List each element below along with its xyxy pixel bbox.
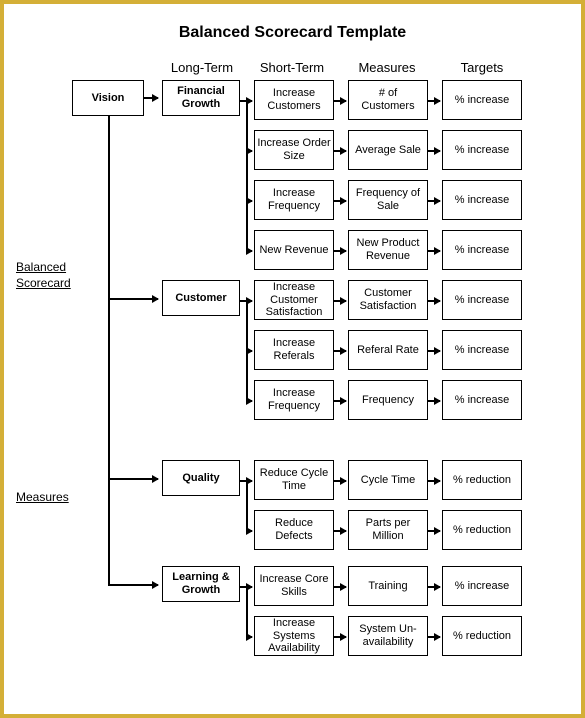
box-measure: Referal Rate — [348, 330, 428, 370]
box-short-term: Reduce Cycle Time — [254, 460, 334, 500]
arrow-persp-short — [246, 636, 252, 638]
box-target: % increase — [442, 280, 522, 320]
col-header-targets: Targets — [442, 60, 522, 75]
box-short-term: Increase Customer Satisfaction — [254, 280, 334, 320]
arrow-persp-short — [246, 200, 252, 202]
arrow-measure-target — [428, 350, 440, 352]
box-target: % increase — [442, 130, 522, 170]
arrow-persp-short — [246, 530, 252, 532]
col-header-long-term: Long-Term — [162, 60, 242, 75]
box-measure: Parts per Million — [348, 510, 428, 550]
arrow-measure-target — [428, 150, 440, 152]
box-measure: Customer Satisfaction — [348, 280, 428, 320]
arrow-short-measure — [334, 530, 346, 532]
box-customer: Customer — [162, 280, 240, 316]
arrow-short-measure — [334, 100, 346, 102]
arrow-short-measure — [334, 150, 346, 152]
arrow-short-measure — [334, 300, 346, 302]
box-target: % reduction — [442, 510, 522, 550]
arrow-persp-short — [246, 400, 252, 402]
arrow-persp-short — [246, 250, 252, 252]
arrow-measure-target — [428, 250, 440, 252]
arrow-to-customer — [108, 298, 158, 300]
box-target: % reduction — [442, 460, 522, 500]
box-vision: Vision — [72, 80, 144, 116]
box-target: % reduction — [442, 616, 522, 656]
box-short-term: Increase Frequency — [254, 380, 334, 420]
arrow-measure-target — [428, 586, 440, 588]
vline-vision-down — [108, 116, 110, 585]
box-measure: Frequency of Sale — [348, 180, 428, 220]
box-financial-growth: Financial Growth — [162, 80, 240, 116]
vline-persp-rows — [246, 480, 248, 530]
arrow-to-learning — [108, 584, 158, 586]
box-measure: New Product Revenue — [348, 230, 428, 270]
box-short-term: Increase Systems Availability — [254, 616, 334, 656]
arrow-to-quality — [108, 478, 158, 480]
arrow-persp-short — [246, 350, 252, 352]
box-target: % increase — [442, 330, 522, 370]
arrow-measure-target — [428, 530, 440, 532]
arrow-short-measure — [334, 586, 346, 588]
arrow-measure-target — [428, 480, 440, 482]
box-short-term: Reduce Defects — [254, 510, 334, 550]
side-label-measures: Measures — [16, 490, 69, 506]
box-short-term: Increase Referals — [254, 330, 334, 370]
box-measure: Training — [348, 566, 428, 606]
col-header-measures: Measures — [347, 60, 427, 75]
box-measure: Average Sale — [348, 130, 428, 170]
box-short-term: Increase Order Size — [254, 130, 334, 170]
box-quality: Quality — [162, 460, 240, 496]
box-short-term: Increase Core Skills — [254, 566, 334, 606]
page-title: Balanced Scorecard Template — [12, 24, 573, 42]
box-target: % increase — [442, 80, 522, 120]
box-target: % increase — [442, 180, 522, 220]
box-measure: System Un-availability — [348, 616, 428, 656]
box-measure: Cycle Time — [348, 460, 428, 500]
arrow-measure-target — [428, 636, 440, 638]
box-target: % increase — [442, 380, 522, 420]
arrow-short-measure — [334, 350, 346, 352]
arrow-short-measure — [334, 400, 346, 402]
arrow-vision-financial — [144, 97, 158, 99]
vline-persp-rows — [246, 586, 248, 636]
col-header-short-term: Short-Term — [252, 60, 332, 75]
box-learning-growth: Learning & Growth — [162, 566, 240, 602]
side-label-balanced-scorecard: Balanced Scorecard — [16, 260, 71, 291]
arrow-measure-target — [428, 200, 440, 202]
box-measure: Frequency — [348, 380, 428, 420]
arrow-measure-target — [428, 100, 440, 102]
arrow-short-measure — [334, 250, 346, 252]
arrow-short-measure — [334, 200, 346, 202]
arrow-measure-target — [428, 400, 440, 402]
vline-persp-rows — [246, 100, 248, 250]
arrow-short-measure — [334, 636, 346, 638]
box-target: % increase — [442, 566, 522, 606]
arrow-short-measure — [334, 480, 346, 482]
diagram-canvas: Long-Term Short-Term Measures Targets Ba… — [12, 60, 573, 680]
box-short-term: Increase Frequency — [254, 180, 334, 220]
arrow-measure-target — [428, 300, 440, 302]
box-short-term: New Revenue — [254, 230, 334, 270]
box-short-term: Increase Customers — [254, 80, 334, 120]
box-target: % increase — [442, 230, 522, 270]
box-measure: # of Customers — [348, 80, 428, 120]
arrow-persp-short — [246, 150, 252, 152]
